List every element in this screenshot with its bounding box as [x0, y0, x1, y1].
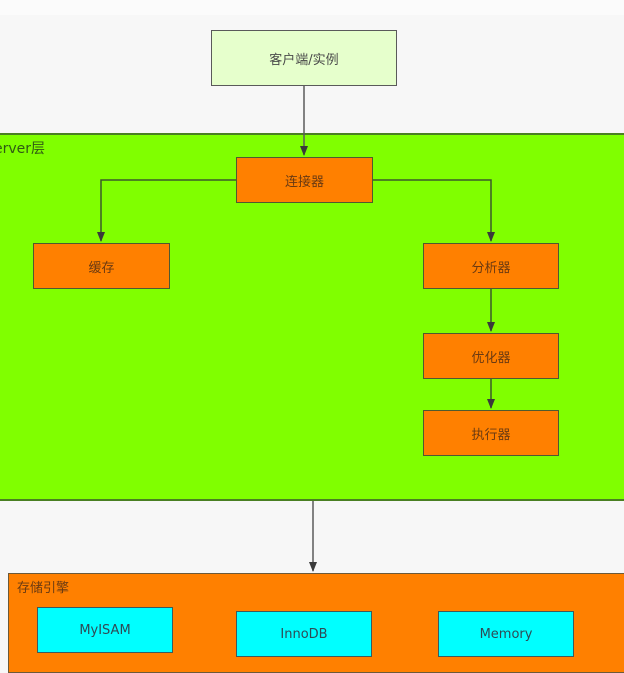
arrowhead-icon [309, 562, 317, 572]
analyzer-node-label: 分析器 [471, 260, 511, 276]
engine-node-label: MyISAM [79, 622, 131, 638]
cache-node[interactable]: 缓存 [33, 243, 170, 289]
edge-server-storage [309, 501, 317, 572]
optimizer-node[interactable]: 优化器 [423, 333, 559, 379]
engine-node-memory[interactable]: Memory [438, 611, 574, 657]
client-node-label: 客户端/实例 [269, 52, 339, 68]
connector-node-label: 连接器 [284, 174, 324, 190]
executor-node-label: 执行器 [471, 427, 511, 443]
engine-node-label: InnoDB [280, 626, 328, 642]
engine-node-label: Memory [479, 626, 533, 642]
engine-node-myisam[interactable]: MyISAM [37, 607, 173, 653]
storage-layer-label: 存储引擎 [17, 581, 70, 596]
engine-node-innodb[interactable]: InnoDB [236, 611, 372, 657]
server-layer-label: erver层 [0, 141, 46, 157]
client-node[interactable]: 客户端/实例 [211, 30, 397, 86]
analyzer-node[interactable]: 分析器 [423, 243, 559, 289]
top-strip [0, 0, 624, 15]
executor-node[interactable]: 执行器 [423, 410, 559, 456]
optimizer-node-label: 优化器 [471, 350, 511, 366]
connector-node[interactable]: 连接器 [236, 157, 373, 203]
cache-node-label: 缓存 [88, 260, 115, 276]
